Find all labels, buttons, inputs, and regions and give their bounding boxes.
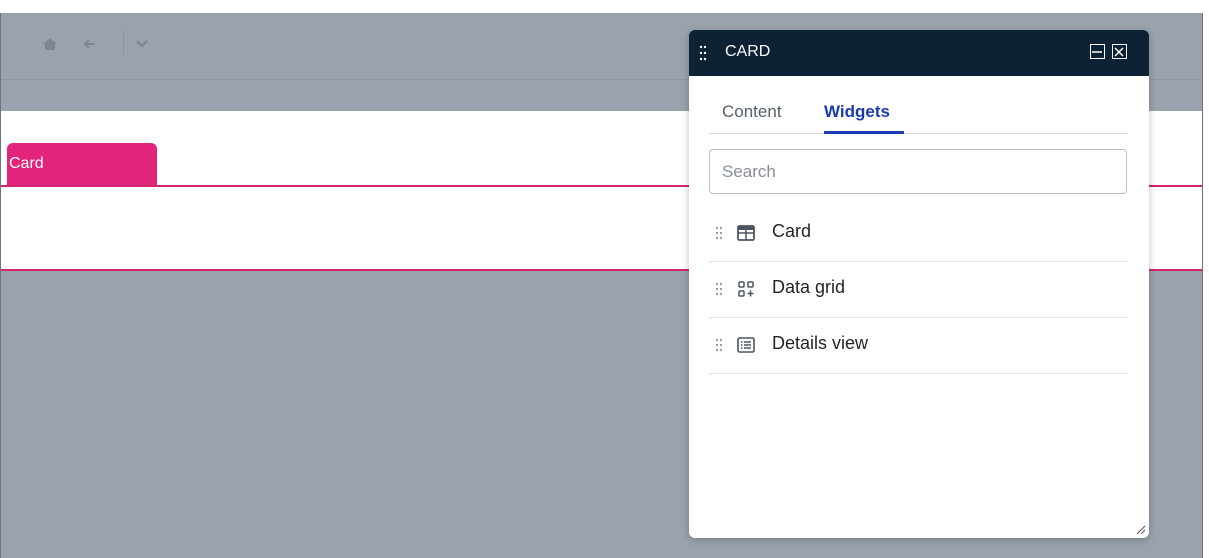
widget-panel: CARD Content Widgets Search Card Data gr… bbox=[689, 30, 1149, 538]
widget-label: Data grid bbox=[772, 277, 846, 297]
widget-item-card[interactable]: Card bbox=[709, 206, 1128, 262]
home-icon[interactable] bbox=[41, 35, 59, 53]
tab-content[interactable]: Content bbox=[722, 102, 782, 122]
widget-item-details-view[interactable]: Details view bbox=[709, 318, 1128, 374]
panel-tabs: Content Widgets bbox=[709, 102, 1128, 134]
back-arrow-icon[interactable] bbox=[81, 35, 99, 53]
tab-widgets[interactable]: Widgets bbox=[824, 102, 890, 122]
card-section-tab[interactable]: Card bbox=[7, 143, 157, 185]
panel-header[interactable]: CARD bbox=[689, 30, 1149, 76]
table-layout-icon bbox=[737, 225, 755, 241]
list-view-icon bbox=[737, 337, 755, 353]
drag-handle-icon[interactable] bbox=[699, 44, 707, 62]
widget-item-data-grid[interactable]: Data grid bbox=[709, 262, 1128, 318]
widget-label: Details view bbox=[772, 333, 869, 353]
panel-title: CARD bbox=[725, 43, 771, 60]
drag-handle-icon[interactable] bbox=[715, 337, 723, 353]
resize-grip-icon[interactable] bbox=[1135, 524, 1145, 534]
chevron-down-icon[interactable] bbox=[133, 35, 151, 53]
grid-add-icon bbox=[738, 281, 754, 297]
drag-handle-icon[interactable] bbox=[715, 281, 723, 297]
close-button[interactable] bbox=[1112, 44, 1127, 59]
card-section-tab-label: Card bbox=[9, 155, 44, 172]
toolbar-separator bbox=[123, 31, 124, 55]
close-icon bbox=[1114, 47, 1124, 57]
minimize-button[interactable] bbox=[1090, 44, 1105, 59]
widget-list: Card Data grid Details view bbox=[709, 206, 1128, 374]
active-tab-indicator bbox=[824, 131, 904, 134]
minimize-icon bbox=[1092, 51, 1102, 53]
drag-handle-icon[interactable] bbox=[715, 225, 723, 241]
top-strip bbox=[0, 0, 1209, 13]
widget-label: Card bbox=[772, 221, 812, 241]
search-input[interactable] bbox=[709, 149, 1127, 194]
